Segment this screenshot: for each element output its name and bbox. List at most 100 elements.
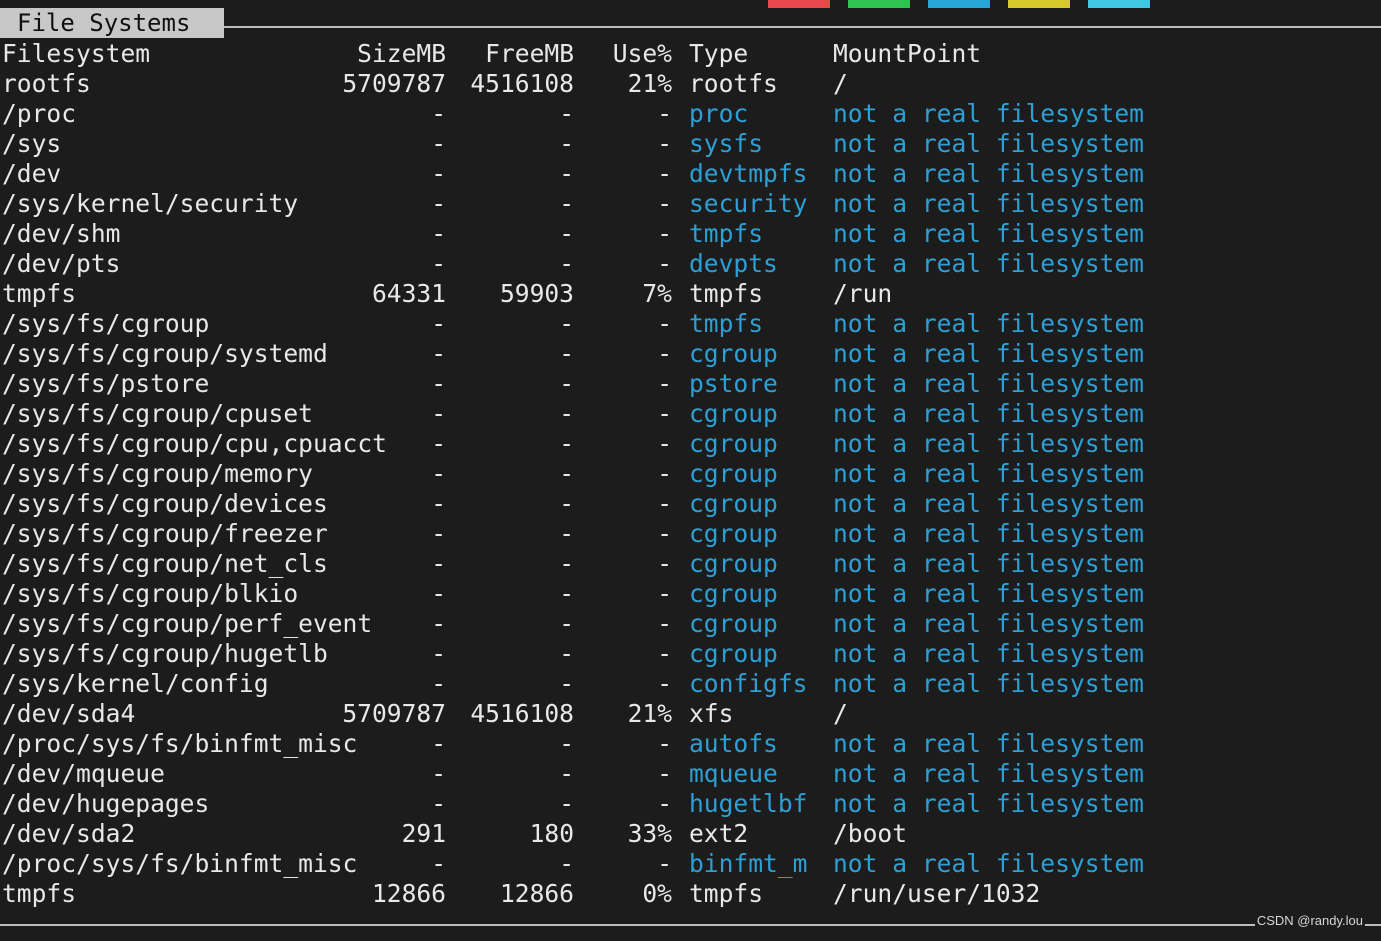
- cell-type: cgroup: [689, 399, 778, 428]
- table-row[interactable]: /proc/sys/fs/binfmt_misc - - - binfmt_m not a…: [2, 849, 1372, 879]
- table-row[interactable]: /sys/fs/cgroup/memory - - - cgroup not a real…: [2, 459, 1372, 489]
- cell-use: -: [657, 339, 672, 368]
- column-header-use[interactable]: Use%: [613, 39, 672, 69]
- cell-type: tmpfs: [689, 279, 764, 308]
- table-row[interactable]: /dev/shm - - - tmpfs not a real filesystem: [2, 219, 1372, 249]
- table-row[interactable]: /proc/sys/fs/binfmt_misc - - - autofs not a r…: [2, 729, 1372, 759]
- cell-mountpoint: not a real filesystem: [833, 459, 1144, 488]
- bottom-divider-line: [0, 924, 1381, 926]
- cell-type: pstore: [689, 369, 778, 398]
- table-row[interactable]: /sys/fs/cgroup - - - tmpfs not a real filesys…: [2, 309, 1372, 339]
- cell-use: -: [657, 579, 672, 608]
- cell-free: 4516108: [470, 69, 574, 98]
- table-row[interactable]: /sys/fs/cgroup/systemd - - - cgroup not a rea…: [2, 339, 1372, 369]
- column-header-free[interactable]: FreeMB: [485, 39, 574, 69]
- cell-type: binfmt_m: [689, 849, 808, 878]
- cell-use: -: [657, 609, 672, 638]
- cell-filesystem: tmpfs: [2, 879, 77, 908]
- table-row[interactable]: /sys/fs/cgroup/hugetlb - - - cgroup not a rea…: [2, 639, 1372, 669]
- cell-free: -: [559, 759, 574, 788]
- cell-size: 5709787: [342, 69, 446, 98]
- cell-type: cgroup: [689, 519, 778, 548]
- cell-filesystem: /sys/fs/cgroup/blkio: [2, 579, 299, 608]
- cell-use: -: [657, 309, 672, 338]
- table-row[interactable]: tmpfs 12866 12866 0% tmpfs/run/user/1032: [2, 879, 1372, 909]
- cell-type: cgroup: [689, 609, 778, 638]
- table-row[interactable]: tmpfs 64331 59903 7% tmpfs/run: [2, 279, 1372, 309]
- cell-type: hugetlbf: [689, 789, 808, 818]
- cell-use: -: [657, 249, 672, 278]
- table-body: rootfs 5709787 4516108 21% rootfs //proc - - - pr…: [2, 69, 1372, 909]
- table-row[interactable]: /dev - - - devtmpfs not a real filesystem: [2, 159, 1372, 189]
- cell-free: -: [559, 159, 574, 188]
- cell-mountpoint: /: [833, 69, 848, 98]
- cell-filesystem: /sys/fs/cgroup/devices: [2, 489, 328, 518]
- cell-mountpoint: not a real filesystem: [833, 189, 1144, 218]
- cell-mountpoint: not a real filesystem: [833, 789, 1144, 818]
- column-header-filesystem[interactable]: Filesystem: [2, 39, 150, 69]
- table-row[interactable]: /sys/fs/cgroup/cpu,cpuacct - - - cgroup not a…: [2, 429, 1372, 459]
- column-header-type[interactable]: Type: [689, 39, 748, 69]
- table-row[interactable]: /dev/pts - - - devpts not a real filesystem: [2, 249, 1372, 279]
- tab-file-systems[interactable]: File Systems: [0, 8, 224, 38]
- cell-free: -: [559, 639, 574, 668]
- cell-size: -: [431, 609, 446, 638]
- cell-free: -: [559, 669, 574, 698]
- table-row[interactable]: /sys/kernel/security - - - security not a rea…: [2, 189, 1372, 219]
- table-row[interactable]: /dev/sda4 5709787 4516108 21% xfs /: [2, 699, 1372, 729]
- filesystem-table: Filesystem SizeMB FreeMB Use% Type Mount…: [2, 39, 1372, 909]
- cell-mountpoint: not a real filesystem: [833, 579, 1144, 608]
- cell-filesystem: /dev/hugepages: [2, 789, 210, 818]
- table-row[interactable]: rootfs 5709787 4516108 21% rootfs /: [2, 69, 1372, 99]
- cell-size: -: [431, 759, 446, 788]
- cell-type: proc: [689, 99, 749, 128]
- cell-size: -: [431, 729, 446, 758]
- cell-free: -: [559, 399, 574, 428]
- table-row[interactable]: /sys/kernel/config - - - configfs not a real …: [2, 669, 1372, 699]
- cell-filesystem: /sys/fs/cgroup/cpuset: [2, 399, 313, 428]
- table-row[interactable]: /sys/fs/cgroup/perf_event - - - cgroup not a …: [2, 609, 1372, 639]
- cell-size: -: [431, 249, 446, 278]
- cell-size: -: [431, 789, 446, 818]
- cell-size: -: [431, 849, 446, 878]
- cell-free: 59903: [499, 279, 574, 308]
- cell-free: -: [559, 729, 574, 758]
- cell-free: 12866: [499, 879, 574, 908]
- cell-use: -: [657, 729, 672, 758]
- table-row[interactable]: /dev/sda2 291 180 33% ext2/boot: [2, 819, 1372, 849]
- cell-type: tmpfs: [689, 309, 764, 338]
- table-row[interactable]: /sys/fs/cgroup/net_cls - - - cgroup not a rea…: [2, 549, 1372, 579]
- table-row[interactable]: /sys/fs/cgroup/blkio - - - cgroup not a real …: [2, 579, 1372, 609]
- table-row[interactable]: /dev/hugepages - - - hugetlbf not a real file…: [2, 789, 1372, 819]
- cell-type: sysfs: [689, 129, 764, 158]
- cell-type: mqueue: [689, 759, 778, 788]
- cell-filesystem: /sys/fs/cgroup/freezer: [2, 519, 328, 548]
- table-row[interactable]: /sys/fs/cgroup/devices - - - cgroup not a rea…: [2, 489, 1372, 519]
- cell-filesystem: /sys/fs/cgroup/memory: [2, 459, 313, 488]
- cell-size: -: [431, 459, 446, 488]
- cell-type: cgroup: [689, 579, 778, 608]
- table-row[interactable]: /sys - - - sysfs not a real filesystem: [2, 129, 1372, 159]
- column-header-mountpoint[interactable]: MountPoint: [833, 39, 981, 69]
- cell-mountpoint: not a real filesystem: [833, 639, 1144, 668]
- column-header-size[interactable]: SizeMB: [357, 39, 446, 69]
- cell-filesystem: /dev/sda4: [2, 699, 136, 728]
- table-header-row: Filesystem SizeMB FreeMB Use% Type Mount…: [2, 39, 1372, 69]
- cell-size: -: [431, 399, 446, 428]
- cell-use: 33%: [627, 819, 672, 848]
- cell-use: -: [657, 849, 672, 878]
- tab-divider-line: [224, 26, 1381, 28]
- table-row[interactable]: /sys/fs/pstore - - - pstore not a real filesy…: [2, 369, 1372, 399]
- cell-size: -: [431, 189, 446, 218]
- cell-free: -: [559, 219, 574, 248]
- cell-use: -: [657, 129, 672, 158]
- table-row[interactable]: /sys/fs/cgroup/freezer - - - cgroup not a rea…: [2, 519, 1372, 549]
- cell-type: autofs: [689, 729, 778, 758]
- table-row[interactable]: /sys/fs/cgroup/cpuset - - - cgroup not a real…: [2, 399, 1372, 429]
- cell-size: -: [431, 669, 446, 698]
- cell-type: cgroup: [689, 339, 778, 368]
- cell-filesystem: tmpfs: [2, 279, 77, 308]
- table-row[interactable]: /dev/mqueue - - - mqueue not a real filesyste…: [2, 759, 1372, 789]
- table-row[interactable]: /proc - - - proc not a real filesystem: [2, 99, 1372, 129]
- cell-size: -: [431, 549, 446, 578]
